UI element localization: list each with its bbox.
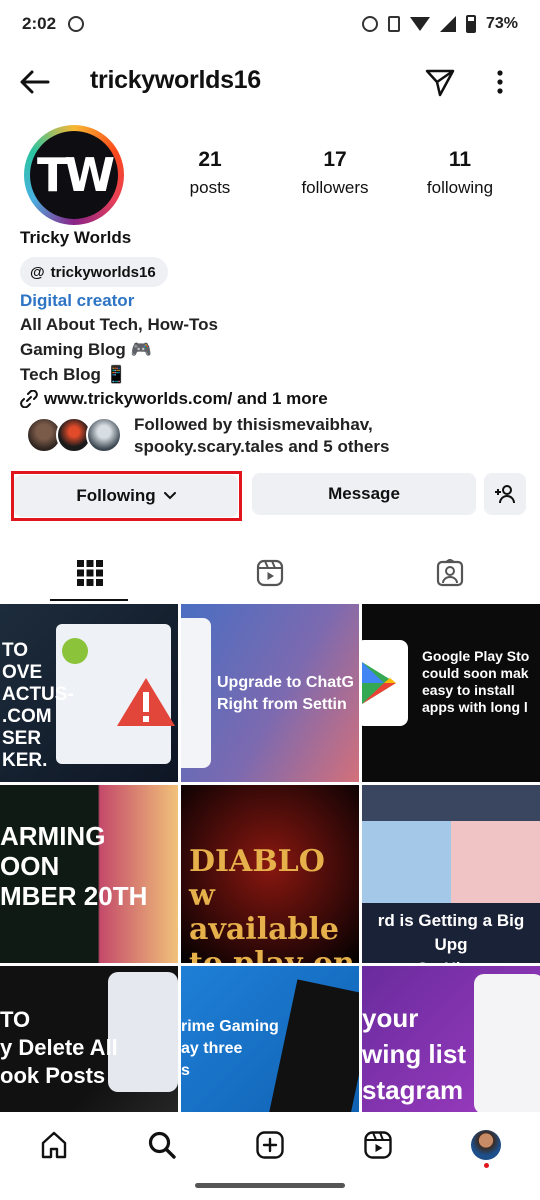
- warning-icon: [117, 678, 175, 726]
- mutual-followers-avatars[interactable]: [26, 415, 126, 455]
- post-thumbnail[interactable]: rd is Getting a Big Upg On Xbox: [362, 785, 540, 963]
- bio-line: Tech Blog 📱: [20, 365, 127, 384]
- search-icon: [148, 1131, 176, 1159]
- phone-graphic: [474, 974, 540, 1114]
- bio-line: All About Tech, How-Tos: [20, 315, 218, 334]
- profile-link-text: www.trickyworlds.com/ and 1 more: [44, 389, 328, 408]
- post-caption-overlay: ARMING OON MBER 20TH: [0, 821, 148, 911]
- threads-icon: @: [30, 263, 45, 281]
- status-bar: 2:02 73%: [0, 0, 540, 48]
- avatar: [86, 417, 122, 453]
- reels-icon: [256, 559, 284, 587]
- thumbnail-graphic: [181, 618, 211, 768]
- tab-tagged[interactable]: [360, 545, 540, 601]
- reels-icon: [364, 1131, 392, 1159]
- stat-value: 17: [323, 148, 347, 171]
- nav-home[interactable]: [0, 1112, 108, 1178]
- nav-profile[interactable]: [432, 1112, 540, 1178]
- play-store-icon: [362, 662, 396, 704]
- post-caption-overlay: TO y Delete All ook Posts: [0, 1007, 118, 1088]
- following-count[interactable]: 11 following: [400, 148, 520, 198]
- bottom-navigation: [0, 1112, 540, 1178]
- signal-icon: [439, 16, 456, 32]
- suggested-users-button[interactable]: [484, 473, 526, 515]
- phone-graphic: [108, 972, 178, 1092]
- profile-tabs: [0, 545, 540, 601]
- message-button-label: Message: [328, 484, 400, 503]
- tab-reels[interactable]: [180, 545, 360, 601]
- tab-posts-grid[interactable]: [0, 545, 180, 601]
- profile-category: Digital creator: [20, 291, 135, 310]
- post-thumbnail[interactable]: TO OVE ACTUS- .COM SER KER.: [0, 604, 178, 782]
- followers-count[interactable]: 17 followers: [275, 148, 395, 198]
- notification-dot: [483, 1163, 489, 1168]
- send-message-button[interactable]: [424, 66, 456, 98]
- post-caption-overlay: TO OVE ACTUS- .COM SER KER.: [2, 640, 74, 771]
- nav-search[interactable]: [108, 1112, 216, 1178]
- message-button[interactable]: Message: [252, 473, 476, 515]
- threads-handle: trickyworlds16: [50, 263, 156, 281]
- nav-reels[interactable]: [324, 1112, 432, 1178]
- status-time: 2:02: [22, 14, 57, 33]
- add-post-icon: [256, 1131, 284, 1159]
- alarm-icon: [361, 16, 378, 32]
- vibrate-icon: [387, 16, 400, 32]
- threads-badge[interactable]: @ trickyworlds16: [20, 257, 168, 287]
- back-arrow-icon: [20, 70, 50, 94]
- posts-count[interactable]: 21 posts: [150, 148, 270, 198]
- back-button[interactable]: [18, 66, 52, 98]
- post-thumbnail[interactable]: DIABLO w available to play on web brow: [181, 785, 359, 963]
- post-caption-overlay: rd is Getting a Big Upg On Xbox: [377, 911, 525, 963]
- followed-by-text[interactable]: Followed by thisismevaibhav, spooky.scar…: [134, 414, 424, 458]
- following-button[interactable]: Following: [14, 475, 238, 517]
- display-name: Tricky Worlds: [20, 228, 132, 247]
- followed-by-line: Followed by thisismevaibhav,: [134, 415, 373, 434]
- post-caption-overlay: your wing list stagram: [362, 1003, 466, 1105]
- avatar-logo: TW: [30, 131, 118, 219]
- post-thumbnail[interactable]: ARMING OON MBER 20TH: [0, 785, 178, 963]
- stat-label: following: [426, 178, 494, 197]
- threads-notification-icon: [68, 16, 85, 32]
- wifi-icon: [409, 17, 430, 31]
- tagged-user-icon: [436, 559, 464, 587]
- discord-xbox-bar: [362, 785, 540, 821]
- google-play-logo: [362, 640, 408, 726]
- page-title: trickyworlds16: [90, 66, 261, 94]
- post-thumbnail[interactable]: Upgrade to ChatG Right from Settin: [181, 604, 359, 782]
- post-caption-overlay: rime Gaming ay three s: [181, 1018, 279, 1079]
- more-options-button[interactable]: [488, 66, 512, 98]
- stat-label: posts: [189, 178, 231, 197]
- bio-line: Gaming Blog 🎮: [20, 340, 152, 359]
- home-icon: [41, 1131, 67, 1159]
- paper-plane-icon: [425, 69, 455, 97]
- avatar: [471, 1130, 501, 1160]
- gesture-handle[interactable]: [195, 1183, 345, 1188]
- post-caption-overlay: Google Play Sto could soon mak easy to i…: [422, 648, 530, 715]
- battery-icon: [465, 15, 476, 33]
- link-icon: [20, 390, 38, 408]
- stat-value: 21: [198, 148, 222, 171]
- profile-link[interactable]: www.trickyworlds.com/ and 1 more: [20, 389, 328, 409]
- stat-value: 11: [448, 148, 472, 171]
- nav-create[interactable]: [216, 1112, 324, 1178]
- grid-icon: [77, 560, 103, 586]
- kebab-menu-icon: [497, 70, 503, 94]
- chevron-down-icon: [163, 492, 176, 500]
- profile-header: trickyworlds16: [0, 54, 540, 110]
- post-thumbnail[interactable]: Google Play Sto could soon mak easy to i…: [362, 604, 540, 782]
- profile-avatar[interactable]: TW: [24, 125, 124, 225]
- following-button-label: Following: [76, 486, 156, 505]
- followed-by-line: spooky.scary.tales and 5 others: [134, 437, 390, 456]
- battery-percent: 73%: [485, 15, 518, 32]
- add-user-icon: [495, 485, 515, 504]
- stat-label: followers: [301, 178, 369, 197]
- post-caption-overlay: Upgrade to ChatG Right from Settin: [217, 674, 354, 713]
- post-caption-overlay: DIABLO w available to play on web brow: [189, 844, 355, 964]
